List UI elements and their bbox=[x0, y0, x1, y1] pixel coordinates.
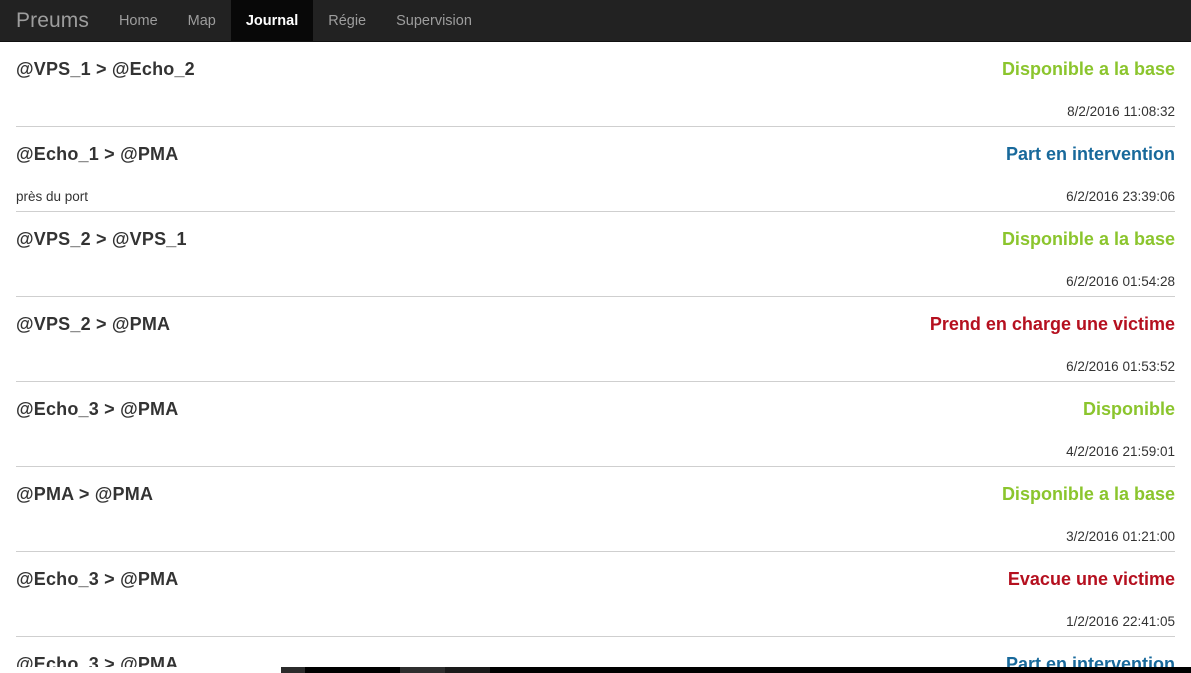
entry-footer-row: 4/2/2016 21:59:01 bbox=[16, 444, 1175, 460]
nav-link-list: Home Map Journal Régie Supervision bbox=[104, 0, 487, 41]
entry-header-row: @Echo_3 > @PMA Evacue une victime bbox=[16, 552, 1175, 589]
nav-item-map[interactable]: Map bbox=[173, 0, 231, 41]
entry-header-row: @PMA > @PMA Disponible a la base bbox=[16, 467, 1175, 504]
entry-header-row: @VPS_1 > @Echo_2 Disponible a la base bbox=[16, 42, 1175, 79]
entry-timestamp: 6/2/2016 01:54:28 bbox=[1066, 274, 1175, 289]
entry-footer-row: 8/2/2016 11:08:32 bbox=[16, 104, 1175, 120]
nav-item-rgie[interactable]: Régie bbox=[313, 0, 381, 41]
journal-entry[interactable]: @VPS_1 > @Echo_2 Disponible a la base 8/2/… bbox=[16, 42, 1175, 127]
entry-footer-row: près du port 6/2/2016 23:39:06 bbox=[16, 189, 1175, 205]
entry-timestamp: 6/2/2016 23:39:06 bbox=[1066, 189, 1175, 204]
entry-unit-label: @Echo_1 > @PMA bbox=[16, 144, 179, 164]
entry-footer-row: 6/2/2016 01:53:52 bbox=[16, 359, 1175, 375]
journal-entry[interactable]: @Echo_3 > @PMA Evacue une victime 1/2/2016… bbox=[16, 552, 1175, 637]
journal-entry[interactable]: @Echo_3 > @PMA Disponible 4/2/2016 21:59:0… bbox=[16, 382, 1175, 467]
entry-timestamp: 3/2/2016 01:21:00 bbox=[1066, 529, 1175, 544]
journal-entry[interactable]: @VPS_2 > @VPS_1 Disponible a la base 6/2/2… bbox=[16, 212, 1175, 297]
entry-status-label: Disponible a la base bbox=[1001, 484, 1175, 504]
top-navbar: Preums Home Map Journal Régie Supervision bbox=[0, 0, 1191, 42]
entry-timestamp: 4/2/2016 21:59:01 bbox=[1066, 444, 1175, 459]
entry-unit-label: @VPS_2 > @PMA bbox=[16, 314, 171, 334]
entry-header-row: @Echo_3 > @PMA Disponible bbox=[16, 382, 1175, 419]
entry-status-label: Disponible bbox=[1082, 399, 1175, 419]
nav-item-home[interactable]: Home bbox=[104, 0, 173, 41]
entry-header-row: @VPS_2 > @VPS_1 Disponible a la base bbox=[16, 212, 1175, 249]
taskbar-segment bbox=[445, 667, 490, 673]
nav-item-supervision[interactable]: Supervision bbox=[381, 0, 487, 41]
journal-entry[interactable]: @PMA > @PMA Disponible a la base 3/2/2016 … bbox=[16, 467, 1175, 552]
entry-status-label: Evacue une victime bbox=[1007, 569, 1175, 589]
entry-timestamp: 1/2/2016 22:41:05 bbox=[1066, 614, 1175, 629]
journal-entry-list: @VPS_1 > @Echo_2 Disponible a la base 8/2/… bbox=[0, 42, 1191, 673]
journal-entry[interactable]: @VPS_2 > @PMA Prend en charge une victime… bbox=[16, 297, 1175, 382]
brand-logo[interactable]: Preums bbox=[0, 0, 104, 41]
taskbar-segment bbox=[305, 667, 400, 673]
entry-unit-label: @VPS_2 > @VPS_1 bbox=[16, 229, 187, 249]
entry-footer-row: 3/2/2016 01:21:00 bbox=[16, 529, 1175, 545]
nav-item-journal[interactable]: Journal bbox=[230, 0, 314, 41]
entry-status-label: Disponible a la base bbox=[1001, 229, 1175, 249]
taskbar-segment bbox=[490, 667, 1191, 673]
taskbar-segment bbox=[281, 667, 305, 673]
entry-header-row: @Echo_1 > @PMA Part en intervention bbox=[16, 127, 1175, 164]
entry-status-label: Part en intervention bbox=[1005, 144, 1175, 164]
entry-unit-label: @VPS_1 > @Echo_2 bbox=[16, 59, 195, 79]
entry-timestamp: 8/2/2016 11:08:32 bbox=[1067, 104, 1175, 119]
entry-header-row: @VPS_2 > @PMA Prend en charge une victime bbox=[16, 297, 1175, 334]
entry-unit-label: @Echo_3 > @PMA bbox=[16, 399, 179, 419]
entry-status-label: Prend en charge une victime bbox=[929, 314, 1175, 334]
taskbar-segment bbox=[0, 667, 281, 673]
entry-footer-row: 6/2/2016 01:54:28 bbox=[16, 274, 1175, 290]
entry-footer-row: 1/2/2016 22:41:05 bbox=[16, 614, 1175, 630]
entry-timestamp: 6/2/2016 01:53:52 bbox=[1066, 359, 1175, 374]
entry-note-text: près du port bbox=[16, 189, 89, 204]
entry-status-label: Disponible a la base bbox=[1001, 59, 1175, 79]
entry-unit-label: @Echo_3 > @PMA bbox=[16, 569, 179, 589]
os-taskbar-sliver bbox=[0, 667, 1191, 673]
taskbar-segment bbox=[400, 667, 445, 673]
entry-unit-label: @PMA > @PMA bbox=[16, 484, 154, 504]
journal-entry[interactable]: @Echo_1 > @PMA Part en intervention près d… bbox=[16, 127, 1175, 212]
